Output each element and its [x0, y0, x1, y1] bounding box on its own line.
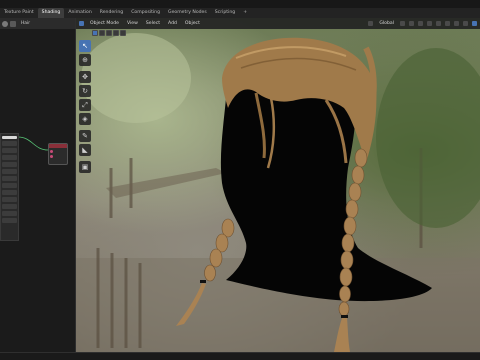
rotate-icon[interactable]: ↻: [79, 85, 91, 97]
overlay-icon[interactable]: [445, 21, 450, 26]
shading-solid-icon[interactable]: [463, 21, 468, 26]
tab-compositing[interactable]: Compositing: [127, 8, 164, 18]
select-mode-extend-icon[interactable]: [99, 30, 105, 36]
move-icon[interactable]: ✥: [79, 71, 91, 83]
add-cube-icon[interactable]: ▣: [79, 161, 91, 173]
prop-row[interactable]: [2, 190, 17, 195]
select-mode-subtract-icon[interactable]: [106, 30, 112, 36]
node-link: [18, 136, 49, 151]
mode-dropdown[interactable]: Object Mode: [88, 21, 121, 26]
menu-add[interactable]: Add: [166, 21, 179, 26]
node-editor-panel: Hair: [0, 18, 76, 360]
prop-row[interactable]: [2, 136, 17, 139]
node-socket[interactable]: [50, 155, 53, 158]
select-mode-invert-icon[interactable]: [113, 30, 119, 36]
title-strip: [0, 0, 480, 8]
gizmo-icon[interactable]: [436, 21, 441, 26]
prop-row[interactable]: [2, 155, 17, 160]
shading-rendered-icon[interactable]: [472, 21, 477, 26]
tab-animation[interactable]: Animation: [64, 8, 95, 18]
menu-select[interactable]: Select: [144, 21, 162, 26]
tab-texture-paint[interactable]: Texture Paint: [0, 8, 38, 18]
select-mode-intersect-icon[interactable]: [120, 30, 126, 36]
selection-mode-buttons: [92, 30, 126, 37]
slot-icon[interactable]: [10, 20, 16, 27]
node-socket[interactable]: [50, 150, 53, 153]
scene-render: [76, 33, 480, 352]
prop-row[interactable]: [2, 211, 17, 216]
3d-viewport[interactable]: Object Mode View Select Add Object Globa…: [76, 18, 480, 352]
transform-icon[interactable]: ◈: [79, 113, 91, 125]
xray-icon[interactable]: [454, 21, 459, 26]
prop-row[interactable]: [2, 176, 17, 181]
select-mode-new-icon[interactable]: [92, 30, 98, 36]
node-header: [49, 144, 67, 148]
editor-type-icon[interactable]: [79, 21, 84, 26]
node-properties-column: [0, 133, 19, 241]
prop-row[interactable]: [2, 218, 17, 223]
object-type-icon[interactable]: [2, 20, 8, 27]
menu-object[interactable]: Object: [183, 21, 202, 26]
workspace-tabs: Texture Paint Shading Animation Renderin…: [0, 8, 480, 18]
prop-row[interactable]: [2, 162, 17, 167]
status-bar: [0, 352, 480, 360]
visibility-icon[interactable]: [427, 21, 432, 26]
orientation-dropdown[interactable]: Global: [377, 21, 396, 26]
measure-icon[interactable]: ◣: [79, 144, 91, 156]
tab-scripting[interactable]: Scripting: [211, 8, 239, 18]
proportional-edit-icon[interactable]: [418, 21, 423, 26]
annotate-icon[interactable]: ✎: [79, 130, 91, 142]
viewport-header: Object Mode View Select Add Object Globa…: [76, 18, 480, 29]
pivot-icon[interactable]: [400, 21, 405, 26]
tool-shelf: ↖ ⊕ ✥ ↻ ⤢ ◈ ✎ ◣ ▣: [79, 40, 91, 173]
prop-row[interactable]: [2, 197, 17, 202]
select-box-icon[interactable]: ↖: [79, 40, 91, 52]
cursor-icon[interactable]: ⊕: [79, 54, 91, 66]
tab-rendering[interactable]: Rendering: [96, 8, 127, 18]
menu-view[interactable]: View: [125, 21, 140, 26]
prop-row[interactable]: [2, 141, 17, 146]
object-name: Hair: [21, 21, 31, 26]
node-editor-header: Hair: [0, 18, 75, 29]
prop-row[interactable]: [2, 204, 17, 209]
prop-row[interactable]: [2, 183, 17, 188]
snap-icon[interactable]: [409, 21, 414, 26]
orientation-icon[interactable]: [368, 21, 374, 26]
shader-node[interactable]: [48, 143, 68, 165]
prop-row[interactable]: [2, 148, 17, 153]
add-workspace-button[interactable]: +: [239, 8, 251, 18]
tab-shading[interactable]: Shading: [37, 8, 65, 18]
tab-geometry-nodes[interactable]: Geometry Nodes: [164, 8, 211, 18]
prop-row[interactable]: [2, 169, 17, 174]
scale-icon[interactable]: ⤢: [79, 99, 91, 111]
